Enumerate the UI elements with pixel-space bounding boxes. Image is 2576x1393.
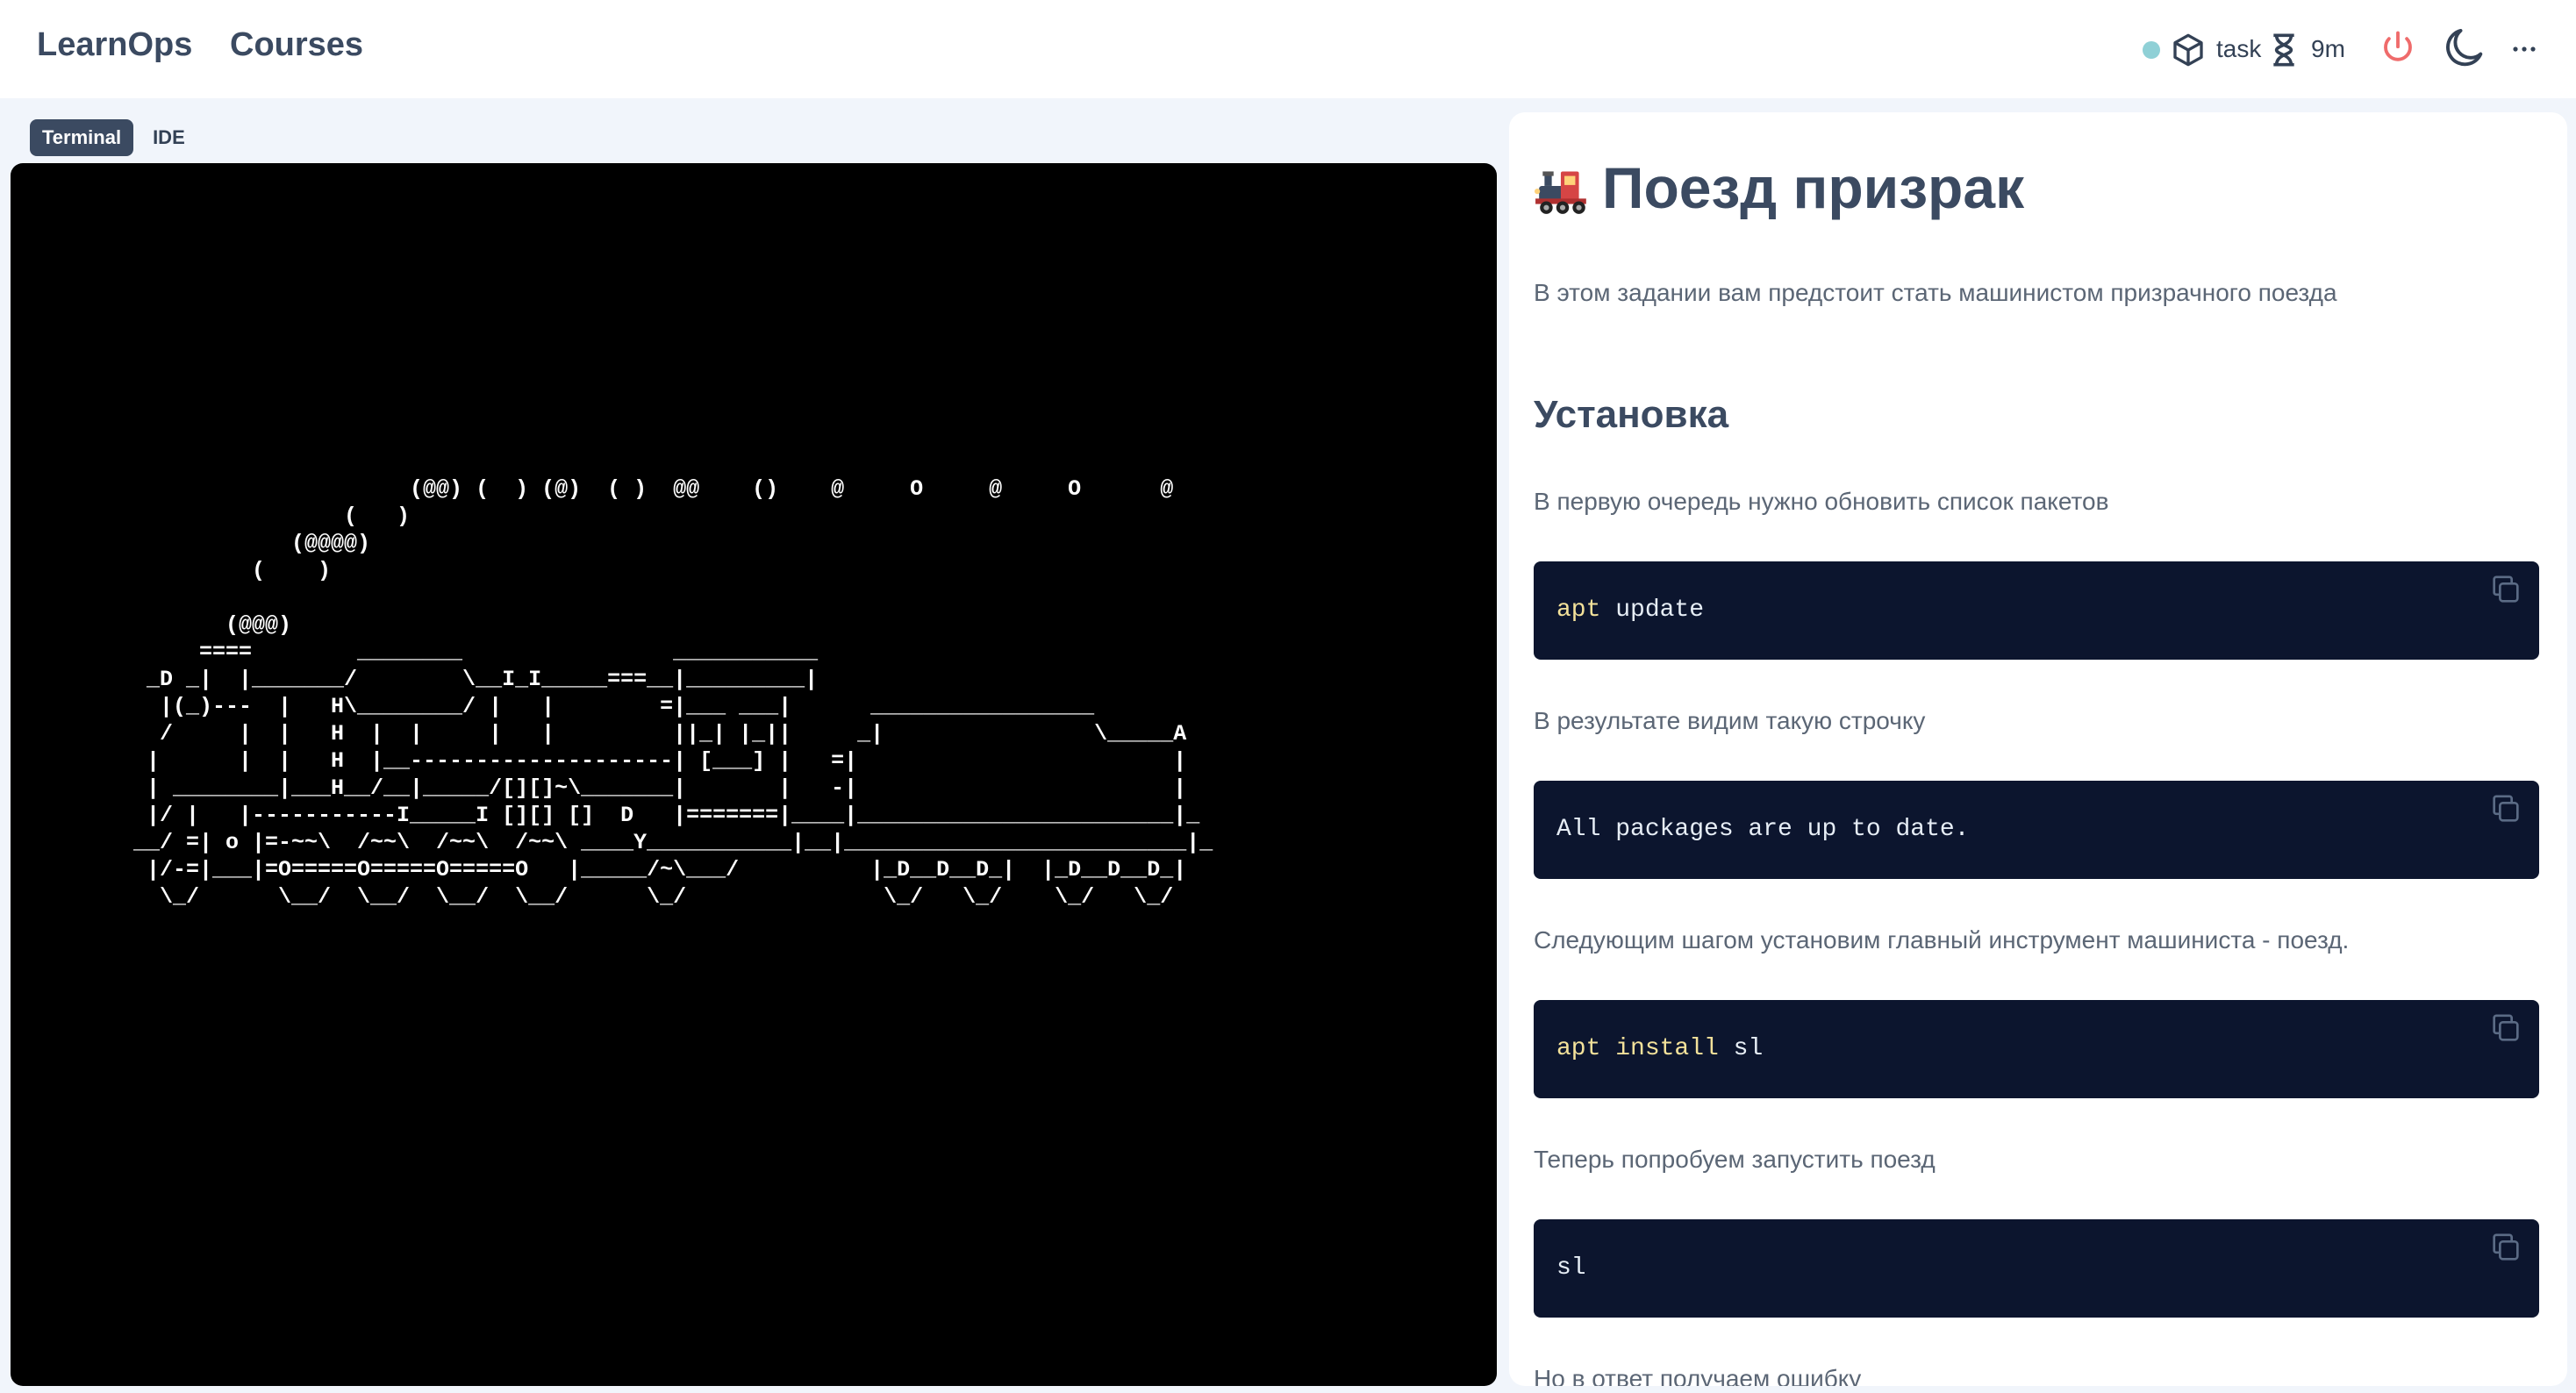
lesson-paragraph: В результате видим такую строчку bbox=[1534, 707, 1926, 734]
code-block: All packages are up to date. bbox=[1534, 781, 2539, 879]
copy-icon[interactable] bbox=[2488, 1230, 2523, 1265]
task-label: task bbox=[2216, 35, 2262, 62]
lesson-paragraph: Следующим шагом установим главный инстру… bbox=[1534, 926, 2350, 954]
cube-icon bbox=[2173, 33, 2203, 67]
tab-terminal[interactable]: Terminal bbox=[30, 119, 134, 156]
workspace-tabs: Terminal IDE bbox=[30, 119, 197, 156]
code-args: sl bbox=[1718, 1035, 1764, 1062]
lesson-paragraph: Но в ответ получаем ошибку bbox=[1534, 1365, 1862, 1386]
lesson-title: Поезд призрак bbox=[1602, 155, 2025, 220]
lesson-panel: Поезд призрак В этом задании вам предсто… bbox=[1509, 112, 2567, 1386]
timer-label: 9m bbox=[2311, 35, 2345, 62]
terminal-window[interactable]: (@@) ( ) (@) ( ) @@ () @ O @ O @ ( ) (@@… bbox=[11, 163, 1497, 1386]
lesson-intro: В этом задании вам предстоит стать машин… bbox=[1534, 279, 2337, 306]
moon-icon[interactable] bbox=[2443, 25, 2488, 70]
code-block: sl bbox=[1534, 1219, 2539, 1318]
code-keyword: apt install bbox=[1556, 1035, 1719, 1062]
section-heading: Установка bbox=[1534, 393, 1729, 436]
power-icon[interactable] bbox=[2379, 30, 2416, 67]
status-dot bbox=[2143, 41, 2160, 59]
copy-icon[interactable] bbox=[2488, 1011, 2523, 1046]
copy-icon[interactable] bbox=[2488, 791, 2523, 826]
code-block: apt update bbox=[1534, 561, 2539, 660]
brand-logo[interactable]: LearnOps bbox=[37, 26, 192, 64]
code-text: apt install sl bbox=[1556, 1035, 1763, 1062]
top-navbar: LearnOps Courses task 9m bbox=[0, 0, 2576, 98]
code-text: sl bbox=[1556, 1254, 1586, 1282]
code-text: All packages are up to date. bbox=[1556, 816, 1970, 843]
nav-courses-link[interactable]: Courses bbox=[230, 26, 363, 64]
tab-ide[interactable]: IDE bbox=[140, 119, 197, 156]
code-keyword: apt bbox=[1556, 596, 1601, 624]
lesson-paragraph: Теперь попробуем запустить поезд bbox=[1534, 1146, 1936, 1173]
code-args: update bbox=[1600, 596, 1705, 624]
terminal-output: (@@) ( ) (@) ( ) @@ () @ O @ O @ ( ) (@@… bbox=[133, 476, 1213, 910]
copy-icon[interactable] bbox=[2488, 572, 2523, 607]
lesson-paragraph: В первую очередь нужно обновить список п… bbox=[1534, 488, 2109, 515]
hourglass-icon bbox=[2273, 33, 2294, 67]
locomotive-icon bbox=[1535, 171, 1586, 214]
code-block: apt install sl bbox=[1534, 1000, 2539, 1098]
more-icon[interactable] bbox=[2511, 39, 2537, 60]
page-title: Поезд призрак bbox=[1534, 154, 2024, 221]
code-text: apt update bbox=[1556, 596, 1704, 624]
